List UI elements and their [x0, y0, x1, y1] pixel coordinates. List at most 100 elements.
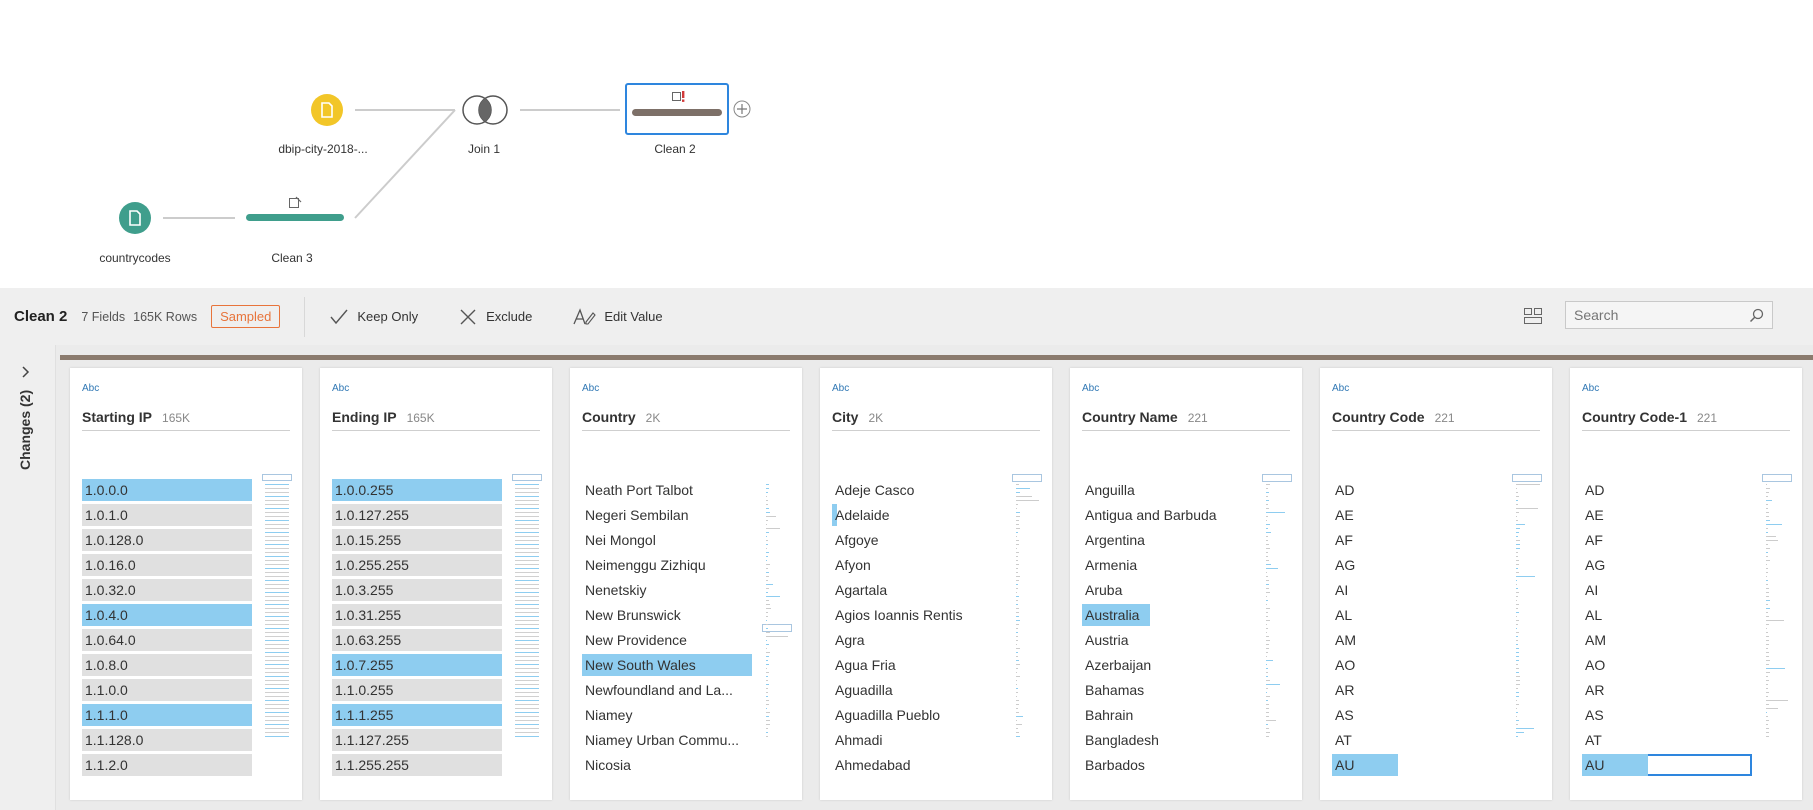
distribution-scroller[interactable]: [1512, 474, 1542, 737]
value-row[interactable]: 1.1.255.255: [332, 754, 502, 776]
field-card[interactable]: Abc Country 2K Neath Port Talbot Negeri Semb…: [570, 368, 802, 800]
value-row[interactable]: Nenetskiy: [582, 579, 752, 601]
value-row[interactable]: AS: [1332, 704, 1502, 726]
value-row[interactable]: AT: [1582, 729, 1752, 751]
value-row[interactable]: 1.1.1.255: [332, 704, 502, 726]
value-row[interactable]: 1.1.127.255: [332, 729, 502, 751]
field-name[interactable]: Starting IP 165K: [82, 409, 190, 425]
value-row[interactable]: AF: [1582, 529, 1752, 551]
distribution-scroller[interactable]: [262, 474, 292, 737]
value-row[interactable]: Agartala: [832, 579, 1002, 601]
scroll-thumb[interactable]: [1762, 474, 1792, 482]
field-type-icon[interactable]: Abc: [1582, 383, 1599, 394]
value-row[interactable]: 1.0.1.0: [82, 504, 252, 526]
value-row[interactable]: Afyon: [832, 554, 1002, 576]
join1-node[interactable]: [461, 94, 513, 126]
field-card[interactable]: Abc Country Name 221 Anguilla Antigua and Ba…: [1070, 368, 1302, 800]
value-row[interactable]: AM: [1332, 629, 1502, 651]
value-row[interactable]: Bahrain: [1082, 704, 1252, 726]
field-name[interactable]: Country Code-1 221: [1582, 409, 1717, 425]
profile-layout-toggle[interactable]: [1523, 307, 1543, 330]
value-row[interactable]: Agua Fria: [832, 654, 1002, 676]
value-row[interactable]: AO: [1332, 654, 1502, 676]
field-type-icon[interactable]: Abc: [1082, 383, 1099, 394]
value-row[interactable]: AE: [1582, 504, 1752, 526]
search-input[interactable]: [1566, 302, 1746, 328]
value-row[interactable]: 1.1.0.0: [82, 679, 252, 701]
value-row[interactable]: Bahamas: [1082, 679, 1252, 701]
value-row[interactable]: 1.1.0.255: [332, 679, 502, 701]
clean2-node[interactable]: [625, 83, 729, 135]
field-card[interactable]: Abc Ending IP 165K 1.0.0.255 1.0.127.255 1.0.…: [320, 368, 552, 800]
field-type-icon[interactable]: Abc: [82, 383, 99, 394]
changes-label[interactable]: Changes (2): [17, 390, 33, 470]
value-row[interactable]: AL: [1582, 604, 1752, 626]
value-row[interactable]: AE: [1332, 504, 1502, 526]
field-type-icon[interactable]: Abc: [832, 383, 849, 394]
value-row[interactable]: AL: [1332, 604, 1502, 626]
scroll-thumb[interactable]: [262, 474, 292, 481]
field-name[interactable]: City 2K: [832, 409, 883, 425]
field-card[interactable]: Abc Starting IP 165K 1.0.0.0 1.0.1.0 1.0.128.…: [70, 368, 302, 800]
value-row[interactable]: Aguadilla Pueblo: [832, 704, 1002, 726]
add-step-button[interactable]: [733, 100, 751, 118]
keep-only-button[interactable]: Keep Only: [329, 308, 418, 326]
value-row[interactable]: Niamey Urban Commu...: [582, 729, 752, 751]
distribution-scroller[interactable]: [512, 474, 542, 737]
value-row[interactable]: Afgoye: [832, 529, 1002, 551]
value-row[interactable]: AD: [1332, 479, 1502, 501]
edit-value-button[interactable]: Edit Value: [572, 307, 663, 326]
flow-pane[interactable]: dbip-city-2018-... countrycodes Clean 3 …: [0, 0, 1813, 288]
value-row[interactable]: Ahmadi: [832, 729, 1002, 751]
scroll-thumb[interactable]: [512, 474, 542, 481]
value-row[interactable]: AR: [1582, 679, 1752, 701]
field-name[interactable]: Country Name 221: [1082, 409, 1208, 425]
value-row[interactable]: Agra: [832, 629, 1002, 651]
scroll-thumb[interactable]: [1262, 474, 1292, 482]
value-row[interactable]: 1.0.64.0: [82, 629, 252, 651]
field-name[interactable]: Ending IP 165K: [332, 409, 435, 425]
distribution-scroller[interactable]: [1012, 474, 1042, 737]
value-row[interactable]: Austria: [1082, 629, 1252, 651]
value-row[interactable]: Australia: [1082, 604, 1252, 626]
value-row[interactable]: AF: [1332, 529, 1502, 551]
value-row[interactable]: AG: [1332, 554, 1502, 576]
dbip-input-node[interactable]: [311, 94, 343, 126]
value-row[interactable]: Anguilla: [1082, 479, 1252, 501]
value-row[interactable]: 1.0.127.255: [332, 504, 502, 526]
value-row[interactable]: 1.0.255.255: [332, 554, 502, 576]
value-row[interactable]: AS: [1582, 704, 1752, 726]
field-name[interactable]: Country 2K: [582, 409, 660, 425]
value-row[interactable]: 1.0.63.255: [332, 629, 502, 651]
value-row[interactable]: AR: [1332, 679, 1502, 701]
countrycodes-input-node[interactable]: [119, 202, 151, 234]
value-row[interactable]: 1.0.31.255: [332, 604, 502, 626]
field-type-icon[interactable]: Abc: [1332, 383, 1349, 394]
value-row[interactable]: Aruba: [1082, 579, 1252, 601]
value-row[interactable]: Nei Mongol: [582, 529, 752, 551]
value-row[interactable]: Nicosia: [582, 754, 752, 776]
value-row[interactable]: Armenia: [1082, 554, 1252, 576]
field-type-icon[interactable]: Abc: [332, 383, 349, 394]
value-row[interactable]: 1.0.8.0: [82, 654, 252, 676]
search-box[interactable]: [1565, 301, 1773, 329]
search-icon[interactable]: [1749, 308, 1764, 323]
value-row[interactable]: Adelaide: [832, 504, 1002, 526]
value-row[interactable]: AI: [1332, 579, 1502, 601]
value-row[interactable]: Argentina: [1082, 529, 1252, 551]
value-row[interactable]: 1.0.3.255: [332, 579, 502, 601]
value-row[interactable]: Azerbaijan: [1082, 654, 1252, 676]
value-row[interactable]: AU: [1332, 754, 1502, 776]
value-row[interactable]: AU: [1582, 754, 1752, 776]
field-card[interactable]: Abc City 2K Adeje Casco Adelaide Afgoye Afyon A…: [820, 368, 1052, 800]
value-row[interactable]: 1.0.128.0: [82, 529, 252, 551]
expand-changes-button[interactable]: [20, 365, 32, 384]
value-row[interactable]: Agios Ioannis Rentis: [832, 604, 1002, 626]
value-row[interactable]: AT: [1332, 729, 1502, 751]
field-type-icon[interactable]: Abc: [582, 383, 599, 394]
value-row[interactable]: AO: [1582, 654, 1752, 676]
exclude-button[interactable]: Exclude: [458, 308, 532, 326]
value-row[interactable]: Adeje Casco: [832, 479, 1002, 501]
scroll-thumb[interactable]: [1012, 474, 1042, 482]
distribution-scroller[interactable]: [1262, 474, 1292, 737]
